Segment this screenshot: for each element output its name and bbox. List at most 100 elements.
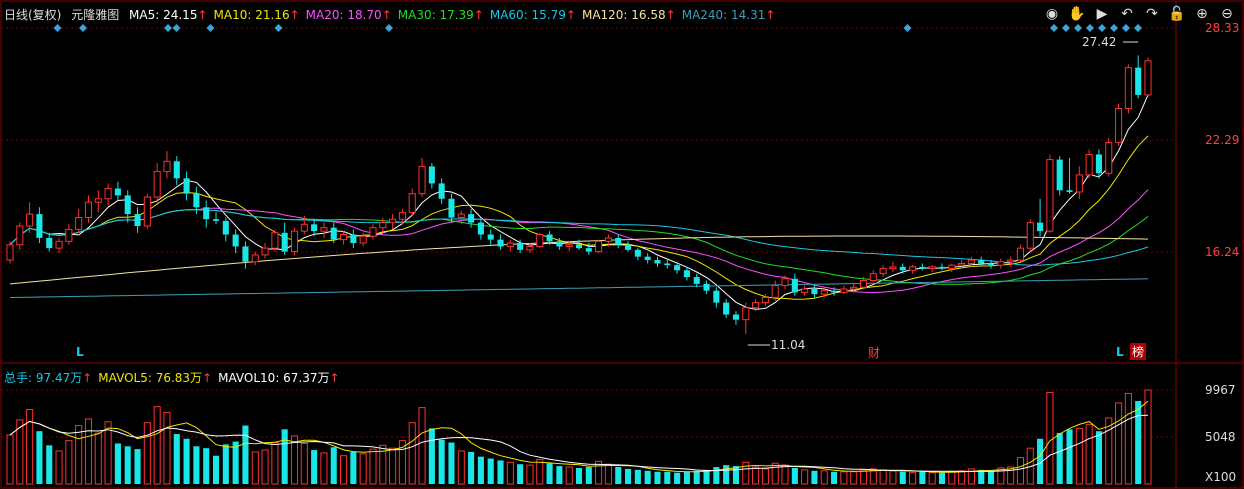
stock-name: 元隆雅图: [71, 8, 120, 22]
volume-bar-down: [644, 470, 651, 484]
eye-icon[interactable]: ◉: [1043, 5, 1061, 23]
candle-body-up: [781, 278, 789, 287]
info-diamond: [79, 24, 87, 32]
volume-bar-up: [506, 461, 514, 485]
info-diamond: [274, 24, 283, 32]
volume-bar-down: [987, 470, 995, 484]
redo-icon[interactable]: ↷: [1143, 5, 1161, 23]
finance-marker[interactable]: 财: [868, 344, 880, 361]
info-diamond: [1050, 24, 1058, 32]
candle-body-up: [536, 234, 544, 247]
volume-bar-up: [6, 434, 14, 485]
undo-icon[interactable]: ↶: [1118, 5, 1136, 23]
rank-marker[interactable]: 榜: [1130, 343, 1147, 360]
candle-body-down: [114, 188, 121, 196]
volume-bar-down: [615, 467, 622, 484]
candle-body-down: [732, 314, 740, 320]
up-arrow: ↑: [202, 371, 213, 385]
candle-body-down: [1066, 190, 1073, 192]
candle-body-up: [65, 228, 73, 242]
marker-l-left[interactable]: L: [76, 345, 84, 359]
volume-bar-down: [585, 467, 592, 484]
volume-bar-up: [26, 409, 34, 485]
marker-l-right[interactable]: L: [1116, 345, 1124, 359]
volume-bar-up: [526, 464, 534, 485]
volume-bar-up: [604, 463, 612, 485]
ma-legend-item: MA20: 18.70↑: [305, 8, 392, 22]
candle-body-down: [644, 256, 651, 261]
candle-body-down: [634, 249, 641, 257]
info-diamond: [164, 24, 172, 32]
high-price-label: 27.42: [1082, 35, 1117, 49]
volume-bar-down: [791, 467, 798, 484]
candle-body-down: [703, 283, 710, 291]
volume-bar-down: [625, 468, 632, 484]
ma-legend-item: MA240: 14.31↑: [681, 8, 776, 22]
candle-body-up: [408, 193, 416, 213]
candle-body-up: [398, 211, 406, 220]
volume-bar-up: [408, 422, 416, 485]
volume-bar-down: [693, 470, 700, 484]
volume-bar-up: [55, 450, 63, 485]
candle-body-up: [850, 286, 858, 290]
ma-legend-item: MA60: 15.79↑: [489, 8, 576, 22]
candle-body-up: [742, 307, 750, 321]
volume-bar-down: [477, 456, 484, 484]
volume-bar-down: [281, 429, 288, 484]
volume-bar-up: [84, 418, 93, 485]
volume-tick-mid: 5048: [1205, 430, 1236, 444]
candle-body-up: [526, 245, 534, 251]
candle-body-up: [75, 216, 83, 230]
volume-bar-up: [1115, 402, 1123, 485]
candle-body-up: [457, 213, 465, 218]
up-arrow: ↑: [565, 8, 576, 22]
volume-bar-up: [340, 455, 348, 485]
candle-body-up: [1085, 154, 1093, 176]
volume-legend: 总手: 97.47万↑ MAVOL5: 76.83万↑ MAVOL10: 67.37…: [4, 370, 346, 386]
volume-bar-up: [958, 470, 966, 485]
lock-icon[interactable]: 🔓: [1168, 5, 1186, 23]
play-icon[interactable]: ▶: [1093, 5, 1111, 23]
volume-bar-up: [369, 448, 377, 485]
candle-body-up: [948, 264, 956, 270]
candle-body-down: [693, 277, 700, 284]
volume-bar-down: [350, 451, 357, 484]
volume-bar-up: [1105, 417, 1113, 485]
volume-bar-up: [948, 471, 956, 485]
candle-body-down: [281, 232, 288, 252]
volume-bar-up: [1046, 392, 1054, 485]
candle-body-down: [683, 270, 690, 278]
period-label[interactable]: 日线(复权): [4, 8, 61, 22]
ma-legend-item: MA5: 24.15↑: [129, 8, 208, 22]
candle-body-up: [997, 261, 1005, 266]
hand-icon[interactable]: ✋: [1068, 5, 1086, 23]
kline-chart[interactable]: [0, 0, 1244, 489]
ma-legend: 日线(复权) 元隆雅图 MA5: 24.15↑ MA10: 21.16↑ MA20:…: [4, 7, 787, 23]
volume-bar-up: [418, 407, 426, 485]
volume-bar-down: [1056, 433, 1063, 484]
candle-body-up: [418, 165, 426, 195]
volume-bar-up: [359, 453, 367, 485]
ma-legend-item: MA10: 21.16↑: [213, 8, 300, 22]
volume-bar-down: [487, 458, 494, 484]
candle-body-down: [487, 234, 494, 240]
volume-bars: [6, 389, 1152, 485]
candle-body-down: [517, 243, 524, 250]
candle-body-down: [791, 278, 798, 293]
volume-bar-down: [546, 463, 553, 484]
volume-bar-down: [575, 467, 583, 484]
candle-body-up: [163, 160, 171, 173]
up-arrow: ↑: [665, 8, 676, 22]
candle-body-up: [928, 266, 936, 270]
price-tick-low: 16.24: [1205, 245, 1240, 259]
info-diamond: [385, 24, 393, 32]
volume-bar-up: [300, 442, 308, 485]
candle-body-down: [713, 290, 720, 303]
candle-body-down: [124, 195, 131, 215]
volume-bar-down: [654, 471, 661, 484]
candle-body-up: [869, 273, 877, 281]
volume-bar-up: [909, 472, 917, 485]
volume-bar-up: [801, 469, 809, 485]
volume-bar-up: [889, 470, 897, 485]
volume-bar-up: [75, 425, 83, 485]
